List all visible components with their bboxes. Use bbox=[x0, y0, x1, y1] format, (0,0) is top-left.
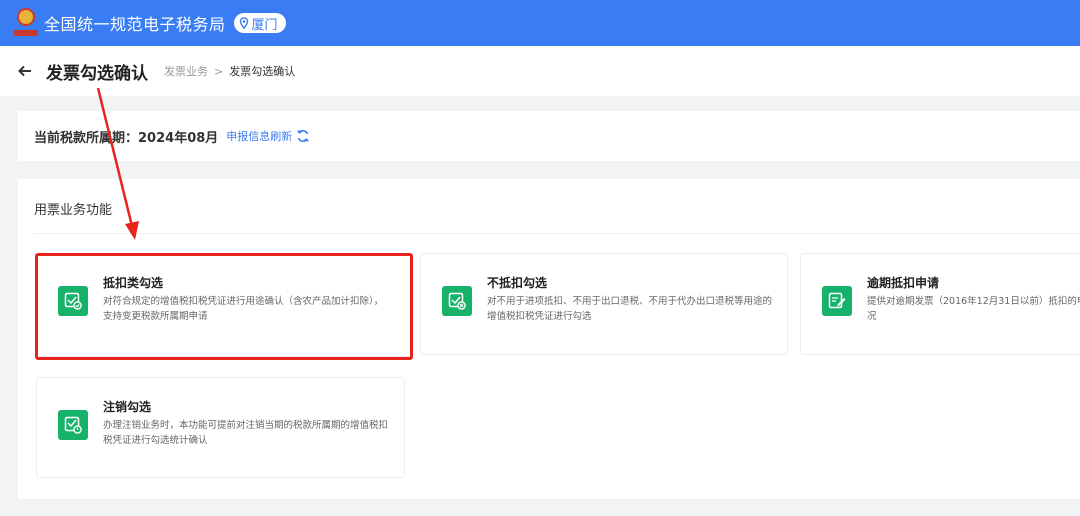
region-label: 厦门 bbox=[251, 17, 278, 33]
divider bbox=[34, 233, 1080, 234]
tile-description: 对不用于进项抵扣、不用于出口退税、不用于代办出口退税等用途的 增值税扣税凭证进行… bbox=[487, 296, 773, 322]
refresh-link[interactable]: 申报信息刷新 bbox=[226, 128, 292, 144]
breadcrumb-item[interactable]: 发票业务 bbox=[164, 63, 208, 79]
back-arrow-icon[interactable] bbox=[18, 64, 34, 78]
tile-non-deduct-select[interactable]: 不抵扣勾选 对不用于进项抵扣、不用于出口退税、不用于代办出口退税等用途的 增值税… bbox=[420, 253, 788, 355]
tile-deduct-select[interactable]: 抵扣类勾选 对符合规定的增值税扣税凭证进行用途确认（含农产品加计扣除）， 支持变… bbox=[36, 253, 412, 357]
location-pin-icon bbox=[239, 17, 248, 29]
overdue-apply-icon bbox=[822, 286, 852, 316]
section-title: 用票业务功能 bbox=[34, 203, 113, 218]
deduct-select-icon bbox=[58, 286, 88, 316]
tile-description: 对符合规定的增值税扣税凭证进行用途确认（含农产品加计扣除）， 支持变更税款所属期… bbox=[103, 296, 384, 322]
tax-period-card: 当前税款所属期： 2024年08月 申报信息刷新 bbox=[18, 111, 1080, 161]
breadcrumb-current: 发票勾选确认 bbox=[229, 65, 296, 78]
tile-name: 抵扣类勾选 bbox=[103, 276, 164, 290]
tile-name: 不抵扣勾选 bbox=[487, 276, 548, 290]
app-title: 全国统一规范电子税务局 bbox=[44, 15, 226, 34]
tile-name: 注销勾选 bbox=[103, 400, 152, 414]
page-header: 发票勾选确认 发票业务 > 发票勾选确认 bbox=[0, 46, 1080, 96]
tile-name: 逾期抵扣申请 bbox=[867, 276, 940, 290]
non-deduct-select-icon bbox=[442, 286, 472, 316]
tile-cancel-select[interactable]: 注销勾选 办理注销业务时，本功能可提前对注销当期的税款所属期的增值税扣 税凭证进… bbox=[36, 377, 405, 478]
tile-overdue-apply[interactable]: 逾期抵扣申请 提供对逾期发票（2016年12月31日以前）抵扣的申请 况 bbox=[800, 253, 1080, 355]
refresh-icon[interactable] bbox=[296, 129, 310, 143]
period-value: 2024年08月 bbox=[138, 130, 219, 146]
region-selector[interactable]: 厦门 bbox=[233, 13, 286, 33]
emblem-icon bbox=[14, 8, 38, 38]
period-label: 当前税款所属期： bbox=[34, 130, 139, 146]
top-bar: 全国统一规范电子税务局 厦门 bbox=[0, 0, 1080, 46]
tile-description: 提供对逾期发票（2016年12月31日以前）抵扣的申请 况 bbox=[867, 296, 1080, 322]
breadcrumb-separator: > bbox=[214, 64, 224, 78]
page-title: 发票勾选确认 bbox=[46, 63, 148, 84]
tile-description: 办理注销业务时，本功能可提前对注销当期的税款所属期的增值税扣 税凭证进行勾选统计… bbox=[103, 420, 389, 446]
cancel-select-icon bbox=[58, 410, 88, 440]
